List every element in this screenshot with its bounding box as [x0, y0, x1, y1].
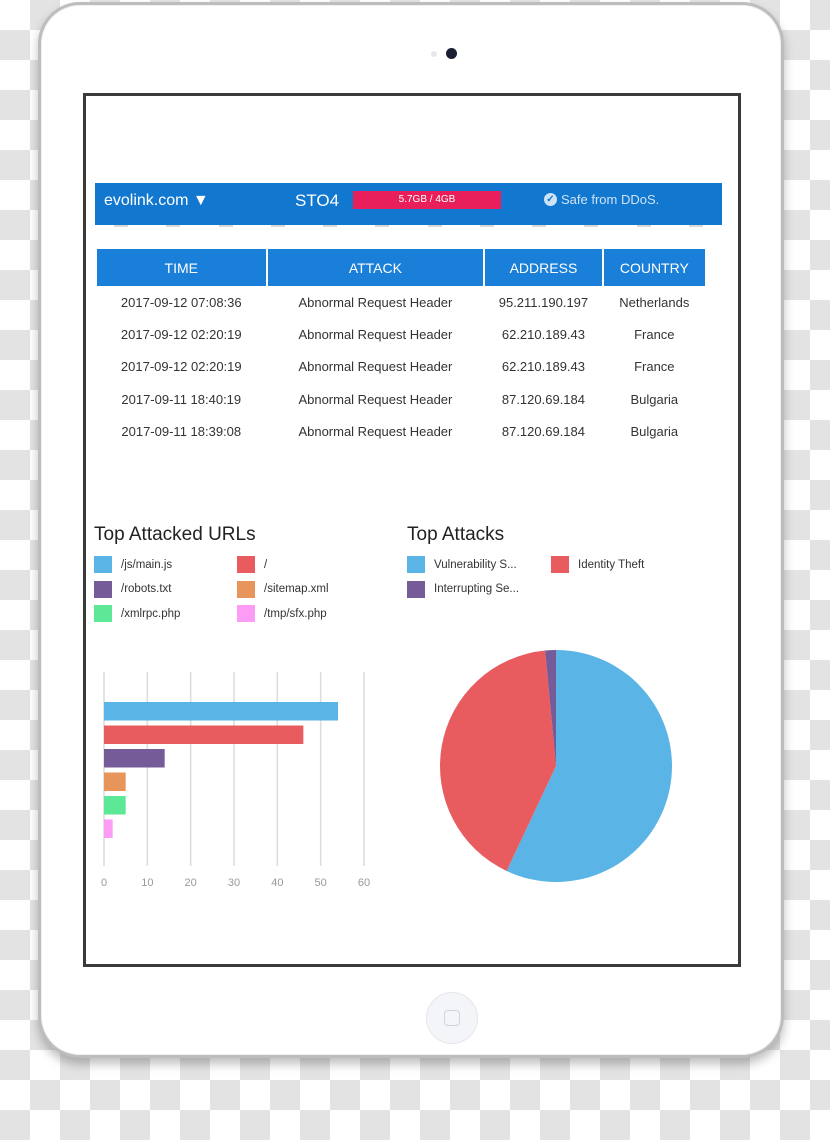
x-tick-label: 20: [185, 877, 197, 889]
legend-item[interactable]: /xmlrpc.php: [94, 605, 180, 622]
legend-label: Identity Theft: [578, 558, 645, 571]
cell-attack: Abnormal Request Header: [298, 424, 453, 440]
legend-item[interactable]: /tmp/sfx.php: [237, 605, 327, 622]
bar-xmlrpc-php[interactable]: [104, 796, 126, 815]
cell-attack: Abnormal Request Header: [298, 391, 453, 407]
cell-attack: Abnormal Request Header: [298, 327, 453, 343]
legend-item[interactable]: /js/main.js: [94, 556, 172, 573]
top-attacks-pie-chart: [440, 650, 672, 882]
top-urls-title: Top Attacked URLs: [94, 524, 256, 545]
sensor-dot: [431, 51, 437, 57]
x-tick-label: 50: [315, 877, 327, 889]
ddos-status-text: Safe from DDoS.: [561, 192, 660, 207]
cell-address: 62.210.189.43: [501, 327, 585, 343]
cell-attack: Abnormal Request Header: [298, 359, 453, 375]
hidden-axis-ticks: [95, 225, 722, 231]
ddos-status: ✓ Safe from DDoS.: [544, 192, 659, 207]
legend-swatch: [94, 605, 112, 622]
legend-swatch: [94, 556, 112, 573]
cell-address: 62.210.189.43: [501, 359, 585, 375]
table-header-row: TIME ATTACK ADDRESS COUNTRY: [97, 249, 705, 286]
legend-label: Vulnerability S...: [434, 558, 517, 571]
cell-attack: Abnormal Request Header: [298, 294, 453, 310]
cell-time: 2017-09-11 18:40:19: [121, 391, 242, 407]
legend-swatch: [407, 580, 425, 598]
dashboard-screen: evolink.com ▼ STO4 5.7GB / 4GB ✓ Safe fr…: [83, 93, 741, 967]
bar-sitemap-xml[interactable]: [104, 772, 126, 792]
x-tick-label: 40: [271, 877, 283, 889]
cell-time: 2017-09-11 18:39:08: [121, 424, 242, 440]
cell-country: Bulgaria: [630, 424, 679, 440]
legend-swatch: [237, 556, 255, 573]
domain-dropdown[interactable]: evolink.com ▼: [104, 192, 209, 210]
column-header-country[interactable]: COUNTRY: [603, 249, 705, 286]
check-circle-icon: ✓: [544, 193, 557, 206]
cell-time: 2017-09-12 02:20:19: [120, 327, 242, 343]
top-bar: evolink.com ▼ STO4 5.7GB / 4GB ✓ Safe fr…: [95, 183, 722, 225]
cell-address: 95.211.190.197: [498, 294, 589, 310]
camera-icon: [446, 48, 457, 59]
legend-label: /sitemap.xml: [264, 583, 329, 595]
home-button[interactable]: [426, 992, 478, 1044]
legend-swatch: [94, 580, 112, 598]
legend-item[interactable]: /: [237, 556, 267, 573]
legend-item[interactable]: Interrupting Se...: [407, 580, 520, 598]
legend-swatch: [551, 556, 569, 573]
legend-item[interactable]: Vulnerability S...: [407, 556, 517, 573]
table-row: 2017-09-12 02:20:19 Abnormal Request Hea…: [97, 318, 705, 350]
legend-swatch: [237, 605, 255, 622]
x-tick-label: 0: [101, 877, 107, 889]
legend-item[interactable]: /sitemap.xml: [237, 580, 329, 598]
column-header-address[interactable]: ADDRESS: [485, 249, 602, 286]
legend-label: /: [264, 558, 268, 571]
legend-label: /js/main.js: [121, 558, 173, 571]
cell-address: 87.120.69.184: [501, 424, 585, 440]
legend-label: /tmp/sfx.php: [264, 607, 327, 620]
column-header-attack[interactable]: ATTACK: [267, 249, 484, 286]
cell-country: France: [634, 327, 675, 343]
bar-js-main-js[interactable]: [104, 702, 338, 721]
cell-country: Netherlands: [619, 294, 690, 310]
cell-country: France: [634, 359, 675, 375]
bar-robots-txt[interactable]: [104, 749, 165, 768]
legend-label: /robots.txt: [121, 583, 172, 595]
legend-item[interactable]: Identity Theft: [551, 556, 644, 573]
table-row: 2017-09-11 18:40:19 Abnormal Request Hea…: [97, 383, 705, 415]
cell-address: 87.120.69.184: [501, 391, 585, 407]
table-row: 2017-09-12 07:08:36 Abnormal Request Hea…: [97, 286, 705, 318]
bar-root[interactable]: [104, 725, 304, 745]
table-row: 2017-09-11 18:39:08 Abnormal Request Hea…: [97, 416, 705, 448]
table-row: 2017-09-12 02:20:19 Abnormal Request Hea…: [97, 351, 705, 383]
legend-swatch: [237, 580, 255, 598]
bar-tmp-sfx-php[interactable]: [104, 819, 113, 839]
x-tick-label: 60: [358, 877, 370, 889]
legend-item[interactable]: /robots.txt: [94, 580, 172, 598]
server-name: STO4: [295, 191, 340, 210]
x-tick-label: 30: [228, 877, 240, 889]
cell-time: 2017-09-12 07:08:36: [120, 294, 242, 310]
legend-label: /xmlrpc.php: [121, 607, 181, 620]
attack-log-table: TIME ATTACK ADDRESS COUNTRY 2017-09-12 0…: [95, 249, 707, 448]
top-attacks-title: Top Attacks: [407, 524, 505, 545]
column-header-time[interactable]: TIME: [97, 249, 266, 286]
home-square-icon: [444, 1010, 460, 1026]
top-urls-bar-chart: 0 10 20 30 40 50 60: [101, 672, 370, 889]
legend-label: Interrupting Se...: [434, 583, 520, 595]
cell-country: Bulgaria: [630, 391, 679, 407]
cell-time: 2017-09-12 02:20:19: [120, 359, 242, 375]
legend-swatch: [407, 556, 425, 573]
x-tick-label: 10: [141, 877, 153, 889]
bandwidth-usage-bar: 5.7GB / 4GB: [353, 191, 501, 209]
